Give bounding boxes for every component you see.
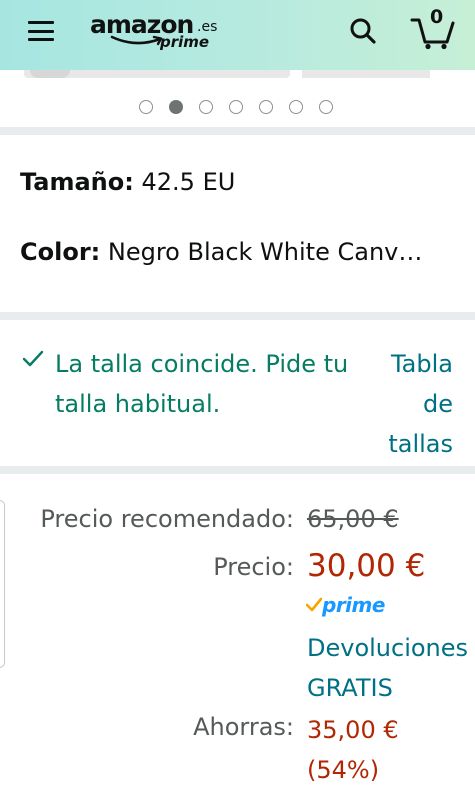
carousel-dot[interactable] — [319, 100, 333, 114]
savings-value-block: 35,00 € (54%) — [307, 710, 399, 790]
prime-check-icon — [306, 597, 322, 612]
search-button[interactable] — [348, 16, 378, 46]
carousel-dot[interactable] — [169, 100, 183, 114]
cart-button[interactable]: 0 — [410, 6, 456, 50]
size-chart-link[interactable]: Tabla de tallas — [363, 344, 453, 464]
savings-amount: 35,00 € — [307, 716, 399, 744]
checkmark-icon — [22, 350, 44, 367]
size-fit-message: La talla coincide. Pide tu talla habitua… — [55, 350, 349, 418]
logo-prime-text: prime — [160, 33, 210, 51]
product-image-carousel[interactable] — [0, 70, 475, 80]
scroll-edge-handle — [0, 500, 5, 668]
amazon-prime-logo[interactable]: amazon .es prime — [90, 8, 230, 58]
returns-line-2: GRATIS — [307, 674, 393, 702]
section-divider — [0, 127, 475, 135]
carousel-dot[interactable] — [199, 100, 213, 114]
section-divider — [0, 466, 475, 474]
carousel-dot[interactable] — [229, 100, 243, 114]
size-value: 42.5 EU — [141, 168, 236, 196]
savings-percent: (54%) — [307, 756, 380, 784]
price-label: Precio: — [213, 553, 294, 581]
rrp-label: Precio recomendado: — [40, 505, 294, 533]
search-icon — [350, 18, 376, 44]
hamburger-menu-icon[interactable] — [28, 20, 54, 42]
logo-smile-arrow-icon — [110, 35, 163, 46]
top-nav-bar: amazon .es prime 0 — [0, 0, 475, 70]
product-image — [302, 70, 430, 78]
returns-line-1: Devoluciones — [307, 634, 469, 662]
savings-label: Ahorras: — [193, 713, 294, 741]
prime-label: prime — [322, 593, 385, 617]
carousel-dot[interactable] — [139, 100, 153, 114]
size-label: Tamaño: — [20, 168, 134, 196]
size-selection-row[interactable]: Tamaño: 42.5 EU — [20, 168, 235, 196]
color-selection-row[interactable]: Color: Negro Black White Canv… — [20, 238, 422, 266]
carousel-dot[interactable] — [289, 100, 303, 114]
price-value: 30,00 € — [307, 548, 426, 584]
color-label: Color: — [20, 238, 101, 266]
carousel-dot[interactable] — [259, 100, 273, 114]
prime-badge: prime — [306, 591, 385, 619]
rrp-value: 65,00 € — [307, 505, 399, 533]
free-returns-link[interactable]: Devoluciones GRATIS — [307, 628, 468, 708]
image-zoom-control — [30, 70, 70, 78]
carousel-pagination — [139, 100, 333, 114]
color-value: Negro Black White Canv… — [107, 238, 423, 266]
section-divider — [0, 312, 475, 320]
cart-count-badge: 0 — [430, 6, 444, 28]
